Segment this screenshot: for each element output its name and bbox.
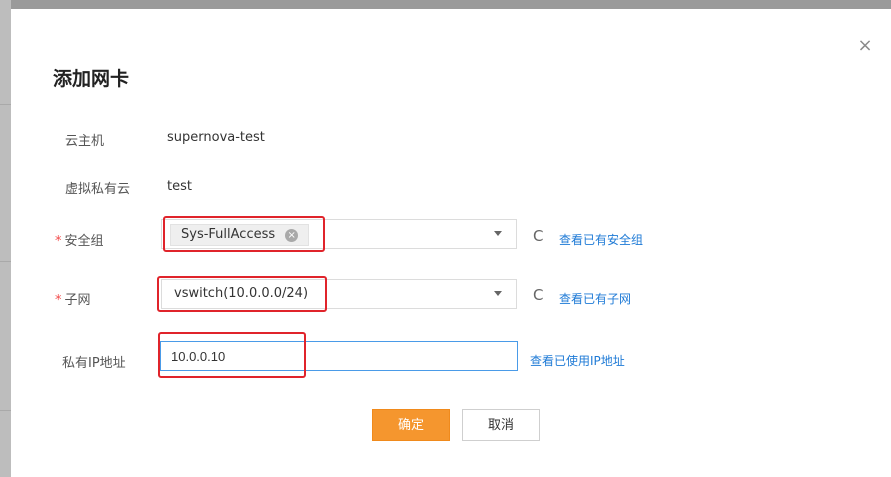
view-subnets-link[interactable]: 查看已有子网 [559,290,631,307]
view-security-groups-link[interactable]: 查看已有安全组 [559,231,643,248]
subnet-label: * 子网 [55,293,91,308]
host-label: 云主机 [65,134,105,149]
security-group-label: * 安全组 [55,234,104,249]
view-used-ips-link[interactable]: 查看已使用IP地址 [530,352,625,369]
remove-tag-icon[interactable]: × [285,228,299,242]
dialog-title: 添加网卡 [53,68,130,90]
chevron-down-icon[interactable] [494,231,502,236]
add-nic-dialog: × 添加网卡 云主机 supernova-test 虚拟私有云 test * 安全… [11,9,891,477]
refresh-icon[interactable]: C [533,227,543,245]
required-mark: * [55,234,62,249]
cancel-button[interactable]: 取消 [462,409,540,441]
backdrop [0,0,11,477]
subnet-selected: vswitch(10.0.0.0/24) [174,286,309,301]
chevron-down-icon[interactable] [494,291,502,296]
required-mark: * [55,293,62,308]
host-value: supernova-test [167,130,265,145]
private-ip-label: 私有IP地址 [62,356,126,371]
security-group-tag: Sys-FullAccess × [170,224,310,246]
private-ip-input[interactable] [160,341,518,371]
security-group-select[interactable]: Sys-FullAccess × [161,219,517,249]
close-icon[interactable]: × [857,37,873,55]
confirm-button[interactable]: 确定 [372,409,450,441]
refresh-icon[interactable]: C [533,286,543,304]
vpc-label: 虚拟私有云 [65,182,131,197]
vpc-value: test [167,179,192,194]
subnet-select[interactable]: vswitch(10.0.0.0/24) [161,279,517,309]
